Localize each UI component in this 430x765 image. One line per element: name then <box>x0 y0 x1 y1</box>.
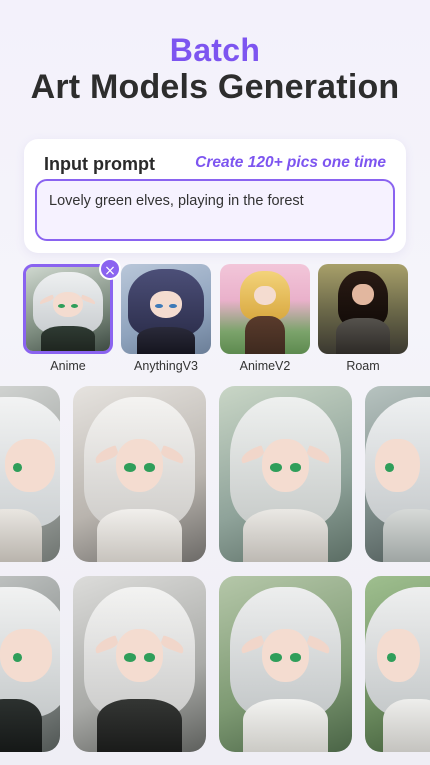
prompt-hint: Create 120+ pics one time <box>195 154 386 171</box>
model-animev2[interactable]: AnimeV2 <box>220 264 310 373</box>
model-thumbnail <box>23 264 113 354</box>
gallery-image[interactable] <box>0 576 60 752</box>
model-thumbnail <box>220 264 310 354</box>
model-label: Roam <box>346 359 380 373</box>
model-thumbnail <box>318 264 408 354</box>
close-icon[interactable]: × <box>99 258 121 280</box>
gallery-image[interactable] <box>365 386 430 562</box>
gallery-image[interactable] <box>0 386 60 562</box>
model-label: AnythingV3 <box>134 359 198 373</box>
model-label: AnimeV2 <box>239 359 291 373</box>
headline-title: Art Models Generation <box>30 68 400 106</box>
model-selector: × Anime AnythingV3 AnimeV2 Roam <box>0 258 430 374</box>
gallery-image[interactable] <box>365 576 430 752</box>
model-anime[interactable]: × Anime <box>23 258 121 373</box>
prompt-label: Input prompt <box>44 154 155 174</box>
gallery-image[interactable] <box>219 576 352 752</box>
model-thumbnail <box>121 264 211 354</box>
headline-accent: Batch <box>169 32 261 68</box>
model-label: Anime <box>50 359 86 373</box>
gallery-image[interactable] <box>219 386 352 562</box>
prompt-card: Input prompt Create 120+ pics one time L… <box>24 139 406 253</box>
model-roam[interactable]: Roam <box>318 264 408 373</box>
gallery-image[interactable] <box>73 576 206 752</box>
prompt-input[interactable]: Lovely green elves, playing in the fores… <box>35 179 395 241</box>
gallery-image[interactable] <box>73 386 206 562</box>
model-anythingv3[interactable]: AnythingV3 <box>121 264 211 373</box>
